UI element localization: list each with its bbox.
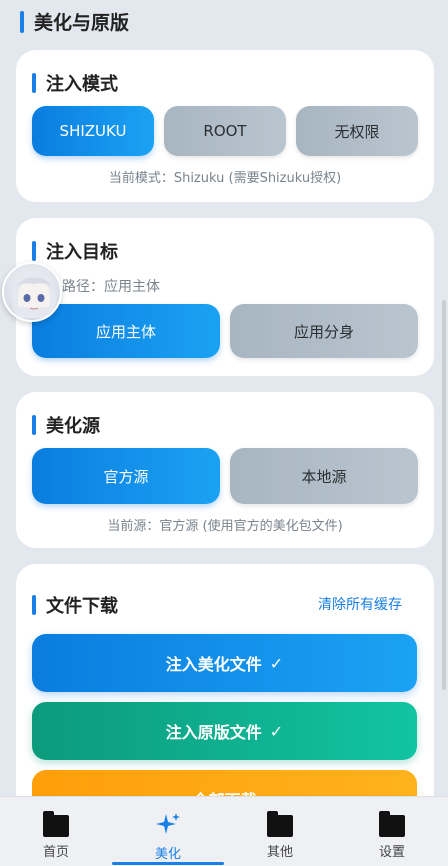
nav-home[interactable]: 首页 bbox=[16, 811, 96, 860]
beautify-source-card: 美化源 官方源 本地源 当前源：官方源 (使用官方的美化包文件) bbox=[16, 392, 434, 548]
folder-icon bbox=[267, 811, 293, 837]
inject-target-title: 注入目标 bbox=[32, 238, 118, 264]
source-local-button[interactable]: 本地源 bbox=[230, 448, 418, 504]
floating-avatar[interactable] bbox=[2, 262, 62, 322]
page-title: 美化与原版 bbox=[34, 12, 130, 34]
title-accent-bar bbox=[32, 241, 36, 261]
beautify-source-title: 美化源 bbox=[32, 412, 100, 438]
header-accent-bar bbox=[20, 10, 24, 33]
clear-cache-link[interactable]: 清除所有缓存 bbox=[318, 594, 402, 614]
file-download-title: 文件下载 bbox=[32, 592, 118, 618]
inject-original-button[interactable]: 注入原版文件 ✓ bbox=[32, 702, 417, 760]
scrollbar[interactable] bbox=[442, 300, 446, 690]
inject-mode-title: 注入模式 bbox=[32, 70, 118, 96]
mode-shizuku-button[interactable]: SHIZUKU bbox=[32, 106, 154, 156]
mode-hint: 当前模式：Shizuku (需要Shizuku授权) bbox=[108, 171, 342, 186]
inject-target-card: 注入目标 路径：应用主体 应用主体 应用分身 bbox=[16, 218, 434, 376]
nav-settings[interactable]: 设置 bbox=[352, 811, 432, 860]
source-official-button[interactable]: 官方源 bbox=[32, 448, 220, 504]
file-download-card: 文件下载 清除所有缓存 注入美化文件 ✓ 注入原版文件 ✓ 全部下载 bbox=[16, 564, 434, 828]
title-accent-bar bbox=[32, 73, 36, 93]
folder-icon bbox=[43, 811, 69, 837]
check-icon: ✓ bbox=[269, 721, 284, 741]
mode-root-button[interactable]: ROOT bbox=[164, 106, 286, 156]
inject-mode-card: 注入模式 SHIZUKU ROOT 无权限 当前模式：Shizuku (需要Sh… bbox=[16, 50, 434, 202]
mode-no-permission-button[interactable]: 无权限 bbox=[296, 106, 418, 156]
target-path-label: 路径：应用主体 bbox=[62, 279, 160, 295]
title-accent-bar bbox=[32, 595, 36, 615]
check-icon: ✓ bbox=[269, 653, 284, 673]
inject-beautify-button[interactable]: 注入美化文件 ✓ bbox=[32, 634, 417, 692]
target-main-app-button[interactable]: 应用主体 bbox=[32, 304, 220, 358]
title-accent-bar bbox=[32, 415, 36, 435]
nav-beautify[interactable]: 美化 bbox=[128, 811, 208, 862]
nav-active-indicator bbox=[112, 862, 224, 865]
bottom-nav: 首页 美化 其他 设置 bbox=[0, 796, 448, 866]
page-header: 美化与原版 bbox=[20, 8, 129, 35]
nav-other[interactable]: 其他 bbox=[240, 811, 320, 860]
sparkle-icon bbox=[156, 813, 180, 834]
target-clone-app-button[interactable]: 应用分身 bbox=[230, 304, 418, 358]
folder-icon bbox=[379, 811, 405, 837]
source-hint: 当前源：官方源 (使用官方的美化包文件) bbox=[107, 519, 343, 534]
